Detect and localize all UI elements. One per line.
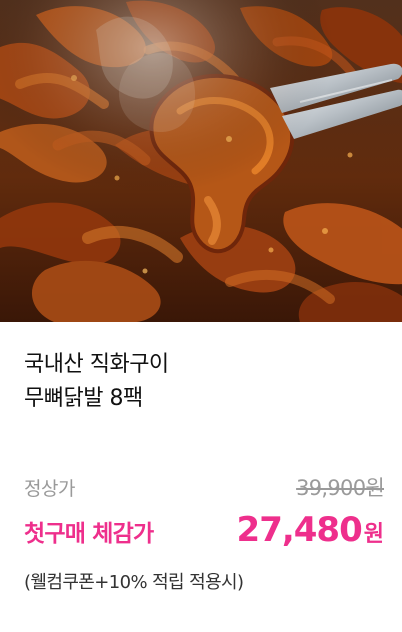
deal-price-row: 첫구매 체감가 27,480원	[24, 510, 384, 550]
product-image	[0, 0, 402, 322]
deal-price-unit: 원	[363, 522, 384, 547]
product-title-line1: 국내산 직화구이	[24, 352, 169, 377]
regular-price: 39,900원	[296, 476, 385, 500]
product-title: 국내산 직화구이 무뼈닭발 8팩	[24, 348, 384, 416]
deal-condition-note: (웰컴쿠폰+10% 적립 적용시)	[24, 572, 244, 593]
product-title-line2: 무뼈닭발 8팩	[24, 386, 143, 411]
product-card[interactable]: 국내산 직화구이 무뼈닭발 8팩 정상가 39,900원 첫구매 체감가 27,…	[0, 0, 402, 632]
deal-price: 27,480	[236, 510, 363, 550]
grilled-chicken-feet-photo	[0, 0, 402, 322]
regular-price-row: 정상가 39,900원	[24, 472, 385, 502]
deal-price-group: 27,480원	[237, 510, 384, 550]
regular-price-label: 정상가	[24, 478, 75, 500]
deal-price-label: 첫구매 체감가	[24, 521, 154, 547]
